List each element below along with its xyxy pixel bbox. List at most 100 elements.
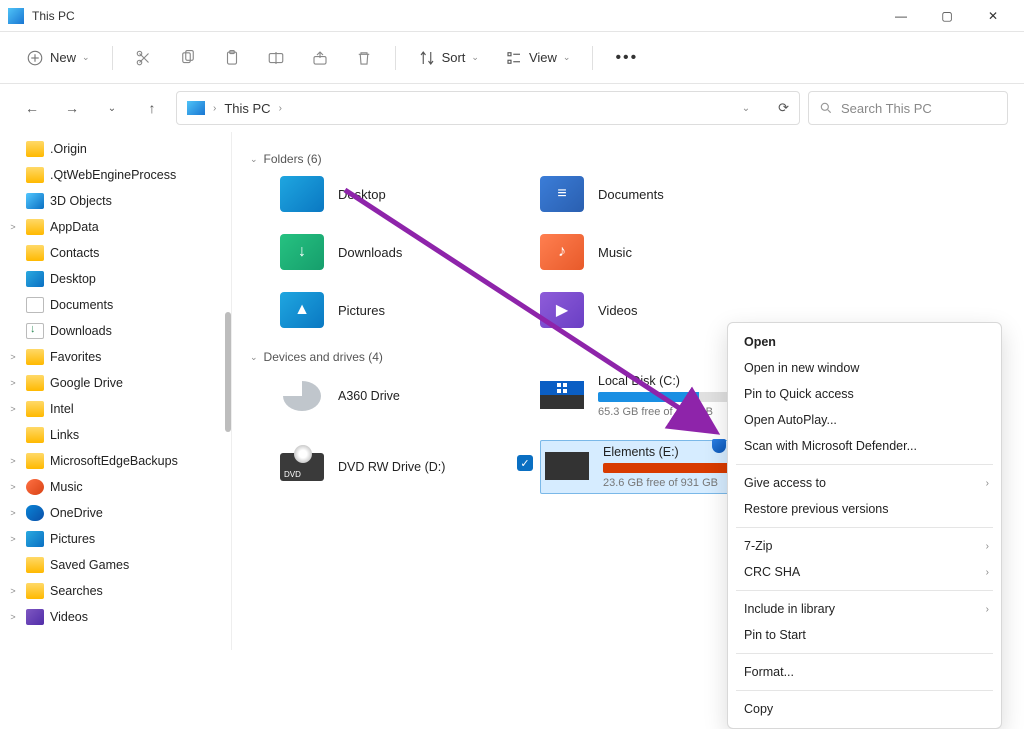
up-button[interactable]: ↑	[136, 92, 168, 124]
sidebar-item-saved-games[interactable]: Saved Games	[0, 552, 231, 578]
sidebar-item-microsoftedgebackups[interactable]: > MicrosoftEdgeBackups	[0, 448, 231, 474]
sidebar-item-label: Music	[50, 480, 83, 494]
sidebar-item-google-drive[interactable]: > Google Drive	[0, 370, 231, 396]
ctx-open[interactable]: Open	[728, 329, 1001, 355]
paste-button[interactable]	[213, 40, 251, 76]
address-bar[interactable]: › This PC › ⌄ ⟳	[176, 91, 800, 125]
sidebar-item-videos[interactable]: > Videos	[0, 604, 231, 630]
minimize-button[interactable]: —	[878, 0, 924, 32]
sort-label: Sort	[442, 50, 466, 65]
sidebar-item-3d-objects[interactable]: 3D Objects	[0, 188, 231, 214]
ctx-copy[interactable]: Copy	[728, 696, 1001, 722]
forward-button[interactable]: →	[56, 92, 88, 124]
folder-label: Documents	[598, 187, 664, 202]
folder-icon	[26, 427, 44, 443]
videoic-icon	[26, 609, 44, 625]
view-button[interactable]: View ⌄	[495, 40, 581, 76]
sidebar-item-searches[interactable]: > Searches	[0, 578, 231, 604]
dvd-icon	[280, 453, 324, 481]
pc-icon	[187, 101, 205, 115]
search-input[interactable]: Search This PC	[808, 91, 1008, 125]
sidebar-item-music[interactable]: > Music	[0, 474, 231, 500]
drive-checkbox[interactable]: ✓	[517, 455, 533, 471]
folder-icon	[26, 219, 44, 235]
folder-icon	[26, 167, 44, 183]
ctx-include[interactable]: Include in library›	[728, 596, 1001, 622]
expand-chevron-icon: >	[6, 352, 20, 362]
sidebar-item-label: Pictures	[50, 532, 95, 546]
share-icon	[311, 49, 329, 67]
cut-icon	[135, 49, 153, 67]
sidebar-item-contacts[interactable]: Contacts	[0, 240, 231, 266]
drive-a360[interactable]: A360 Drive	[280, 374, 540, 418]
pc-icon	[8, 8, 24, 24]
folder-desktop[interactable]: Desktop	[280, 176, 540, 212]
sidebar-item-label: Documents	[50, 298, 113, 312]
ctx-pin-qa[interactable]: Pin to Quick access	[728, 381, 1001, 407]
address-dropdown[interactable]: ⌄	[742, 103, 750, 114]
back-button[interactable]: ←	[16, 92, 48, 124]
dlic-icon	[26, 323, 44, 339]
musicic-icon	[26, 479, 44, 495]
copy-button[interactable]	[169, 40, 207, 76]
ctx-give-access[interactable]: Give access to›	[728, 470, 1001, 496]
section-folders[interactable]: ⌄ Folders (6)	[250, 152, 1006, 166]
ctx-crc[interactable]: CRC SHA›	[728, 559, 1001, 585]
ctx-7zip[interactable]: 7-Zip›	[728, 533, 1001, 559]
folder-icon	[26, 375, 44, 391]
ctx-open-new[interactable]: Open in new window	[728, 355, 1001, 381]
close-button[interactable]: ✕	[970, 0, 1016, 32]
cut-button[interactable]	[125, 40, 163, 76]
history-dropdown[interactable]: ⌄	[96, 92, 128, 124]
new-button[interactable]: New ⌄	[16, 40, 100, 76]
sidebar-item-intel[interactable]: > Intel	[0, 396, 231, 422]
ctx-format[interactable]: Format...	[728, 659, 1001, 685]
maximize-button[interactable]: ▢	[924, 0, 970, 32]
sidebar-item-desktop[interactable]: Desktop	[0, 266, 231, 292]
sidebar-item--origin[interactable]: .Origin	[0, 136, 231, 162]
bluecube-icon	[26, 193, 44, 209]
folder-label: Desktop	[338, 187, 386, 202]
share-button[interactable]	[301, 40, 339, 76]
sidebar-item-downloads[interactable]: Downloads	[0, 318, 231, 344]
copy-icon	[179, 49, 197, 67]
rename-button[interactable]	[257, 40, 295, 76]
toolbar: New ⌄ Sort ⌄ View ⌄ •••	[0, 32, 1024, 84]
ctx-autoplay[interactable]: Open AutoPlay...	[728, 407, 1001, 433]
ctx-pin-start[interactable]: Pin to Start	[728, 622, 1001, 648]
sort-button[interactable]: Sort ⌄	[408, 40, 489, 76]
titlebar: This PC — ▢ ✕	[0, 0, 1024, 32]
sidebar-item-onedrive[interactable]: > OneDrive	[0, 500, 231, 526]
a360-icon	[283, 381, 321, 411]
refresh-button[interactable]: ⟳	[778, 100, 789, 116]
sidebar-item-pictures[interactable]: > Pictures	[0, 526, 231, 552]
expand-chevron-icon: >	[6, 482, 20, 492]
sidebar-item--qtwebengineprocess[interactable]: .QtWebEngineProcess	[0, 162, 231, 188]
sidebar-scrollbar-thumb[interactable]	[225, 312, 231, 432]
folder-music[interactable]: ♪ Music	[540, 234, 800, 270]
sidebar-item-label: Favorites	[50, 350, 101, 364]
sidebar-item-links[interactable]: Links	[0, 422, 231, 448]
folder-downloads[interactable]: ↓ Downloads	[280, 234, 540, 270]
sidebar-item-appdata[interactable]: > AppData	[0, 214, 231, 240]
folder-documents[interactable]: ≡ Documents	[540, 176, 800, 212]
pictures-folder-icon: ▲	[280, 292, 324, 328]
sidebar-item-label: 3D Objects	[50, 194, 112, 208]
drive-dvd[interactable]: DVD RW Drive (D:)	[280, 440, 540, 494]
sidebar-item-favorites[interactable]: > Favorites	[0, 344, 231, 370]
folder-label: Pictures	[338, 303, 385, 318]
ctx-restore[interactable]: Restore previous versions	[728, 496, 1001, 522]
folder-pictures[interactable]: ▲ Pictures	[280, 292, 540, 328]
new-label: New	[50, 50, 76, 65]
desktop-folder-icon	[280, 176, 324, 212]
breadcrumb-root[interactable]: This PC	[224, 101, 270, 116]
ctx-scan[interactable]: Scan with Microsoft Defender...	[728, 433, 1001, 459]
more-button[interactable]: •••	[605, 40, 648, 76]
folder-icon	[26, 245, 44, 261]
expand-chevron-icon: >	[6, 612, 20, 622]
sidebar-item-documents[interactable]: Documents	[0, 292, 231, 318]
view-label: View	[529, 50, 557, 65]
delete-button[interactable]	[345, 40, 383, 76]
sidebar-item-label: Saved Games	[50, 558, 129, 572]
sidebar-item-label: Desktop	[50, 272, 96, 286]
